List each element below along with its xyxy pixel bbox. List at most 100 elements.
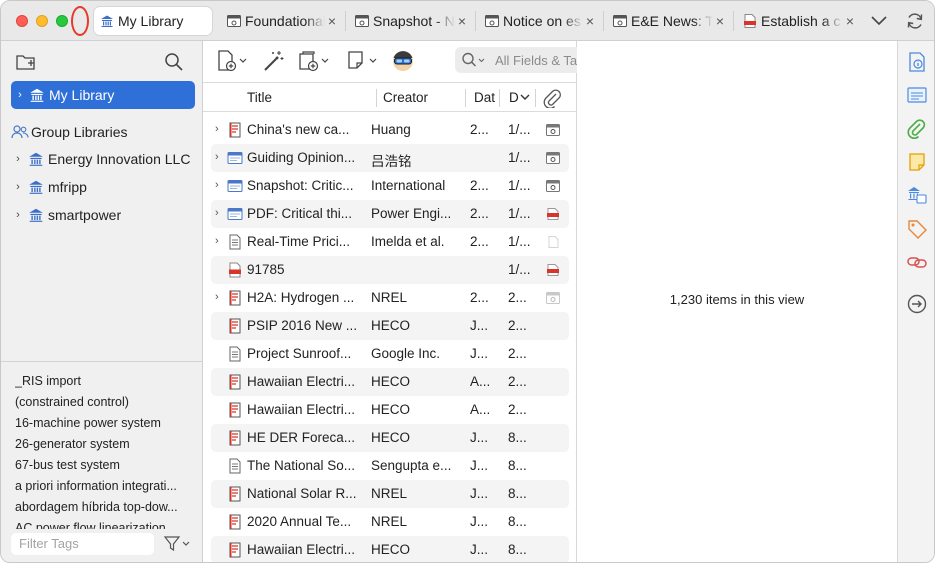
group-library-row[interactable]: › smartpower <box>12 203 121 227</box>
item-row[interactable]: Project Sunroof... Google Inc. J... 2... <box>211 340 569 368</box>
item-row[interactable]: 2020 Annual Te... NREL J... 8... <box>211 508 569 536</box>
search-icon[interactable] <box>461 51 487 69</box>
minimize-window-button[interactable] <box>36 15 48 27</box>
tab-close-icon[interactable]: × <box>455 13 469 29</box>
item-date: 2... <box>470 234 489 249</box>
search-collections-icon[interactable] <box>163 51 185 73</box>
tab-close-icon[interactable]: × <box>325 13 339 29</box>
item-creator: HECO <box>371 318 411 333</box>
new-note-icon[interactable] <box>345 49 381 73</box>
magic-wand-icon[interactable] <box>261 49 285 73</box>
add-attachment-icon[interactable] <box>297 49 333 73</box>
report-icon <box>227 374 243 390</box>
column-date-modified[interactable]: D <box>509 90 530 105</box>
my-library-row[interactable]: › My Library <box>11 81 195 109</box>
snapshot-attachment-icon[interactable] <box>546 152 560 164</box>
item-row[interactable]: › PDF: Critical thi... Power Engi... 2... 1/… <box>211 200 569 228</box>
expand-chevron-icon[interactable]: › <box>12 209 24 221</box>
webpage-icon <box>227 206 243 222</box>
item-title: Real-Time Prici... <box>247 234 351 249</box>
pdf-attachment-icon[interactable] <box>546 208 560 220</box>
tag-item[interactable]: (constrained control) <box>15 395 193 409</box>
tab-close-icon[interactable]: × <box>583 13 597 29</box>
item-row[interactable]: The National So... Sengupta e... J... 8... <box>211 452 569 480</box>
expand-chevron-icon[interactable]: › <box>12 181 24 193</box>
item-title: Hawaiian Electri... <box>247 402 356 417</box>
locate-icon[interactable] <box>906 293 928 315</box>
pdf-attachment-icon[interactable] <box>546 264 560 276</box>
info-section-icon[interactable] <box>906 51 928 73</box>
item-date-modified: 8... <box>508 458 527 473</box>
related-section-icon[interactable] <box>906 251 928 273</box>
item-creator: Sengupta e... <box>371 458 452 473</box>
tag-item[interactable]: a priori information integrati... <box>15 479 193 493</box>
expand-chevron-icon[interactable]: › <box>215 235 219 247</box>
snapshot-attachment-icon[interactable] <box>546 292 560 304</box>
tag-item[interactable]: 16-machine power system <box>15 416 193 430</box>
tag-filter-options-icon[interactable] <box>163 535 191 553</box>
filter-tags-input[interactable]: Filter Tags <box>11 533 154 555</box>
group-icon <box>11 124 29 140</box>
tags-section-icon[interactable] <box>906 218 928 240</box>
libraries-collections-section-icon[interactable] <box>906 184 928 206</box>
new-collection-icon[interactable] <box>15 51 37 73</box>
group-library-row[interactable]: › mfripp <box>12 175 87 199</box>
tab-close-icon[interactable]: × <box>843 13 857 29</box>
abstract-section-icon[interactable] <box>906 84 928 106</box>
file-attachment-icon[interactable] <box>546 236 560 248</box>
researcher-avatar-icon[interactable] <box>391 49 415 73</box>
my-library-label: My Library <box>49 87 115 103</box>
item-row[interactable]: › H2A: Hydrogen ... NREL 2... 2... <box>211 284 569 312</box>
item-row[interactable]: Hawaiian Electri... HECO A... 2... <box>211 368 569 396</box>
tab-establish[interactable]: Establish a c × <box>737 7 861 35</box>
new-item-icon[interactable] <box>215 49 251 73</box>
snapshot-attachment-icon[interactable] <box>546 180 560 192</box>
attachments-column-paperclip-icon[interactable] <box>543 88 563 108</box>
expand-chevron-icon[interactable]: › <box>215 151 219 163</box>
tag-item[interactable]: AC power flow linearization <box>15 521 193 529</box>
attachments-section-paperclip-icon[interactable] <box>906 118 928 140</box>
item-row[interactable]: › China's new ca... Huang 2... 1/... <box>211 116 569 144</box>
item-row[interactable]: HE DER Foreca... HECO J... 8... <box>211 424 569 452</box>
item-date-modified: 8... <box>508 430 527 445</box>
tab-snapshot[interactable]: Snapshot - N × <box>349 7 473 35</box>
tag-item[interactable]: abordagem híbrida top-dow... <box>15 500 193 514</box>
tab-notice[interactable]: Notice on es × <box>479 7 601 35</box>
sync-icon[interactable] <box>905 11 925 31</box>
item-row[interactable]: › Snapshot: Critic... International 2... 1/.… <box>211 172 569 200</box>
item-title: Hawaiian Electri... <box>247 374 356 389</box>
item-row[interactable]: Hawaiian Electri... HECO A... 2... <box>211 396 569 424</box>
column-creator[interactable]: Creator <box>383 90 428 105</box>
expand-chevron-icon[interactable]: › <box>215 123 219 135</box>
item-row[interactable]: 91785 1/... <box>211 256 569 284</box>
item-row[interactable]: › Real-Time Prici... Imelda et al. 2... 1/..… <box>211 228 569 256</box>
column-title[interactable]: Title <box>247 90 272 105</box>
tag-item[interactable]: 26-generator system <box>15 437 193 451</box>
close-window-button[interactable] <box>16 15 28 27</box>
tab-foundational[interactable]: Foundational × <box>221 7 343 35</box>
item-row[interactable]: Hawaiian Electri... HECO J... 8... <box>211 536 569 562</box>
group-library-row[interactable]: › Energy Innovation LLC <box>12 147 190 171</box>
item-count-text: 1,230 items in this view <box>669 292 805 307</box>
expand-chevron-icon[interactable]: › <box>13 89 27 101</box>
expand-chevron-icon[interactable]: › <box>215 207 219 219</box>
tab-close-icon[interactable]: × <box>713 13 727 29</box>
item-row[interactable]: › Guiding Opinion... 吕浩铭 1/... <box>211 144 569 172</box>
tab-list-chevron-icon[interactable] <box>867 11 891 31</box>
zoom-window-button[interactable] <box>56 15 68 27</box>
tag-item[interactable]: 67-bus test system <box>15 458 193 472</box>
item-row[interactable]: National Solar R... NREL J... 8... <box>211 480 569 508</box>
tag-item[interactable]: _RIS import <box>15 374 193 388</box>
expand-chevron-icon[interactable]: › <box>215 291 219 303</box>
column-date[interactable]: Dat <box>474 90 496 105</box>
item-title: HE DER Foreca... <box>247 430 356 445</box>
expand-chevron-icon[interactable]: › <box>215 179 219 191</box>
webpage-icon <box>613 14 627 28</box>
library-icon <box>29 87 45 103</box>
notes-section-icon[interactable] <box>906 151 928 173</box>
tab-my-library[interactable]: My Library <box>94 7 212 35</box>
snapshot-attachment-icon[interactable] <box>546 124 560 136</box>
expand-chevron-icon[interactable]: › <box>12 153 24 165</box>
tab-ee-news[interactable]: E&E News: T × <box>607 7 731 35</box>
item-row[interactable]: PSIP 2016 New ... HECO J... 2... <box>211 312 569 340</box>
